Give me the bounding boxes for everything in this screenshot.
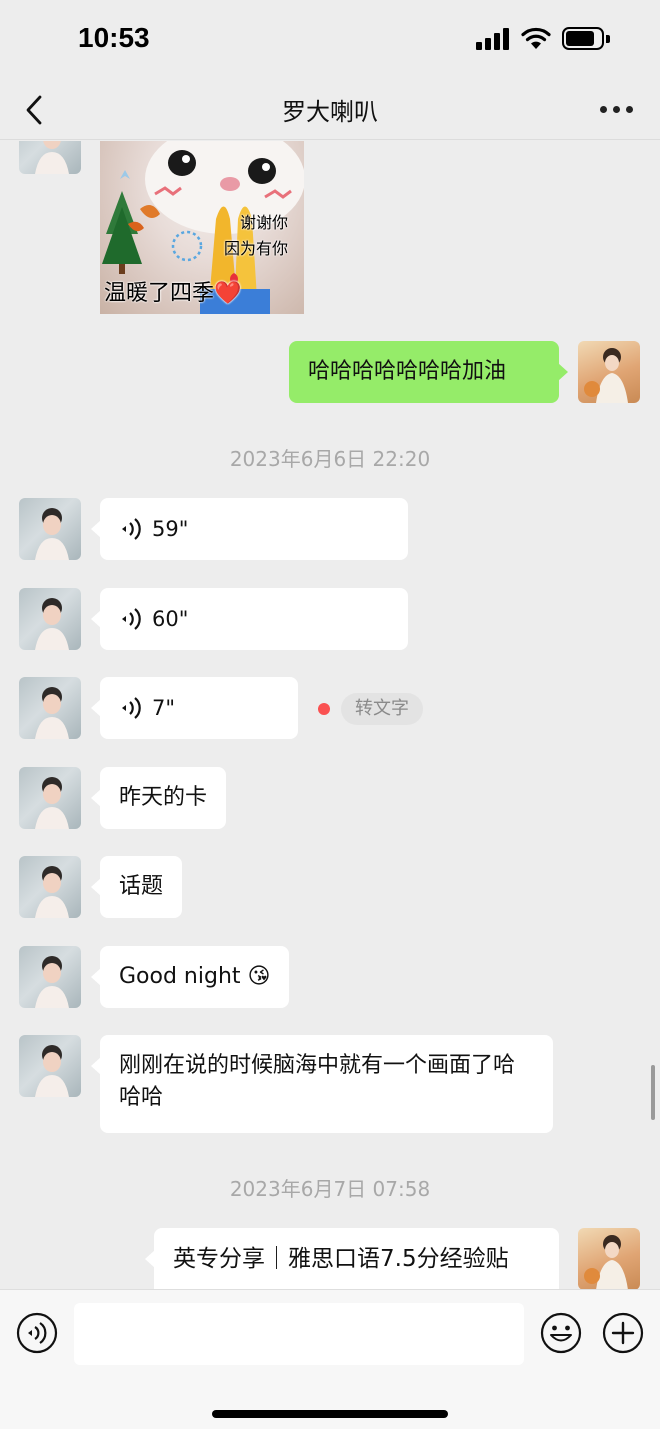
received-message-bubble[interactable]: 刚刚在说的时候脑海中就有一个画面了哈哈哈 xyxy=(91,1035,553,1133)
message-text: 话题 xyxy=(119,874,164,899)
voice-duration: 60" xyxy=(152,607,189,631)
contact-avatar[interactable] xyxy=(19,767,81,829)
chat-message-list[interactable]: 谢谢你 因为有你 温暖了四季❤️ 哈哈哈哈哈哈哈加油 2023年6月6日 22:… xyxy=(0,141,660,1289)
sticker-image[interactable]: 谢谢你 因为有你 温暖了四季❤️ xyxy=(100,141,304,314)
received-message-bubble[interactable]: Good night 😘 xyxy=(90,946,290,1008)
input-bar xyxy=(0,1289,660,1429)
sent-message-bubble[interactable]: 哈哈哈哈哈哈哈加油 xyxy=(289,341,568,403)
message-text: Good night 😘 xyxy=(119,964,271,989)
timestamp-separator: 2023年6月7日 07:58 xyxy=(229,1177,431,1201)
my-avatar[interactable] xyxy=(578,1228,640,1289)
voice-wave-icon xyxy=(122,608,141,630)
voice-duration: 7" xyxy=(152,696,176,720)
emoji-icon[interactable] xyxy=(540,1312,582,1354)
sticker-caption-3: 温暖了四季❤️ xyxy=(104,281,242,306)
message-text: 刚刚在说的时候脑海中就有一个画面了哈哈哈 xyxy=(119,1053,516,1110)
status-time: 10:53 xyxy=(78,22,150,53)
contact-avatar[interactable] xyxy=(19,946,81,1008)
nav-bar: 罗大喇叭 xyxy=(0,80,660,140)
unread-dot xyxy=(318,703,330,715)
contact-avatar[interactable] xyxy=(19,1035,81,1097)
plus-icon[interactable] xyxy=(602,1312,644,1354)
my-avatar[interactable] xyxy=(578,341,640,403)
scrollbar[interactable] xyxy=(651,1065,655,1120)
battery-icon xyxy=(562,27,610,51)
timestamp-separator: 2023年6月6日 22:20 xyxy=(229,447,431,471)
convert-to-text-button[interactable]: 转文字 xyxy=(341,693,423,725)
voice-input-icon[interactable] xyxy=(16,1312,58,1354)
shared-article-title: 英专分享｜雅思口语7.5分经验贴 xyxy=(173,1246,509,1272)
wifi-icon xyxy=(521,27,551,49)
contact-avatar[interactable] xyxy=(19,498,81,560)
more-options-icon[interactable] xyxy=(600,102,634,118)
message-text: 昨天的卡 xyxy=(119,785,208,810)
chat-title: 罗大喇叭 xyxy=(282,98,378,126)
voice-message-bubble[interactable]: 60" xyxy=(91,588,408,650)
contact-avatar[interactable] xyxy=(19,677,81,739)
contact-avatar[interactable] xyxy=(19,141,81,174)
received-message-bubble[interactable]: 话题 xyxy=(90,856,183,918)
cellular-signal-icon xyxy=(476,28,510,50)
voice-message-bubble[interactable]: 59" xyxy=(91,498,408,560)
message-input[interactable] xyxy=(74,1303,524,1365)
received-message-bubble[interactable]: 昨天的卡 xyxy=(90,767,227,829)
sticker-caption-1: 谢谢你 xyxy=(240,213,289,232)
voice-wave-icon xyxy=(122,518,141,540)
sticker-caption-2: 因为有你 xyxy=(224,239,289,258)
contact-avatar[interactable] xyxy=(19,588,81,650)
voice-duration: 59" xyxy=(152,517,189,541)
shared-article-card[interactable]: 英专分享｜雅思口语7.5分经验贴 xyxy=(145,1228,559,1289)
status-bar: 10:53 xyxy=(0,0,660,80)
message-text: 哈哈哈哈哈哈哈加油 xyxy=(308,359,507,384)
voice-wave-icon xyxy=(122,697,141,719)
home-indicator xyxy=(212,1410,448,1418)
voice-message-bubble[interactable]: 7" xyxy=(91,677,298,739)
contact-avatar[interactable] xyxy=(19,856,81,918)
